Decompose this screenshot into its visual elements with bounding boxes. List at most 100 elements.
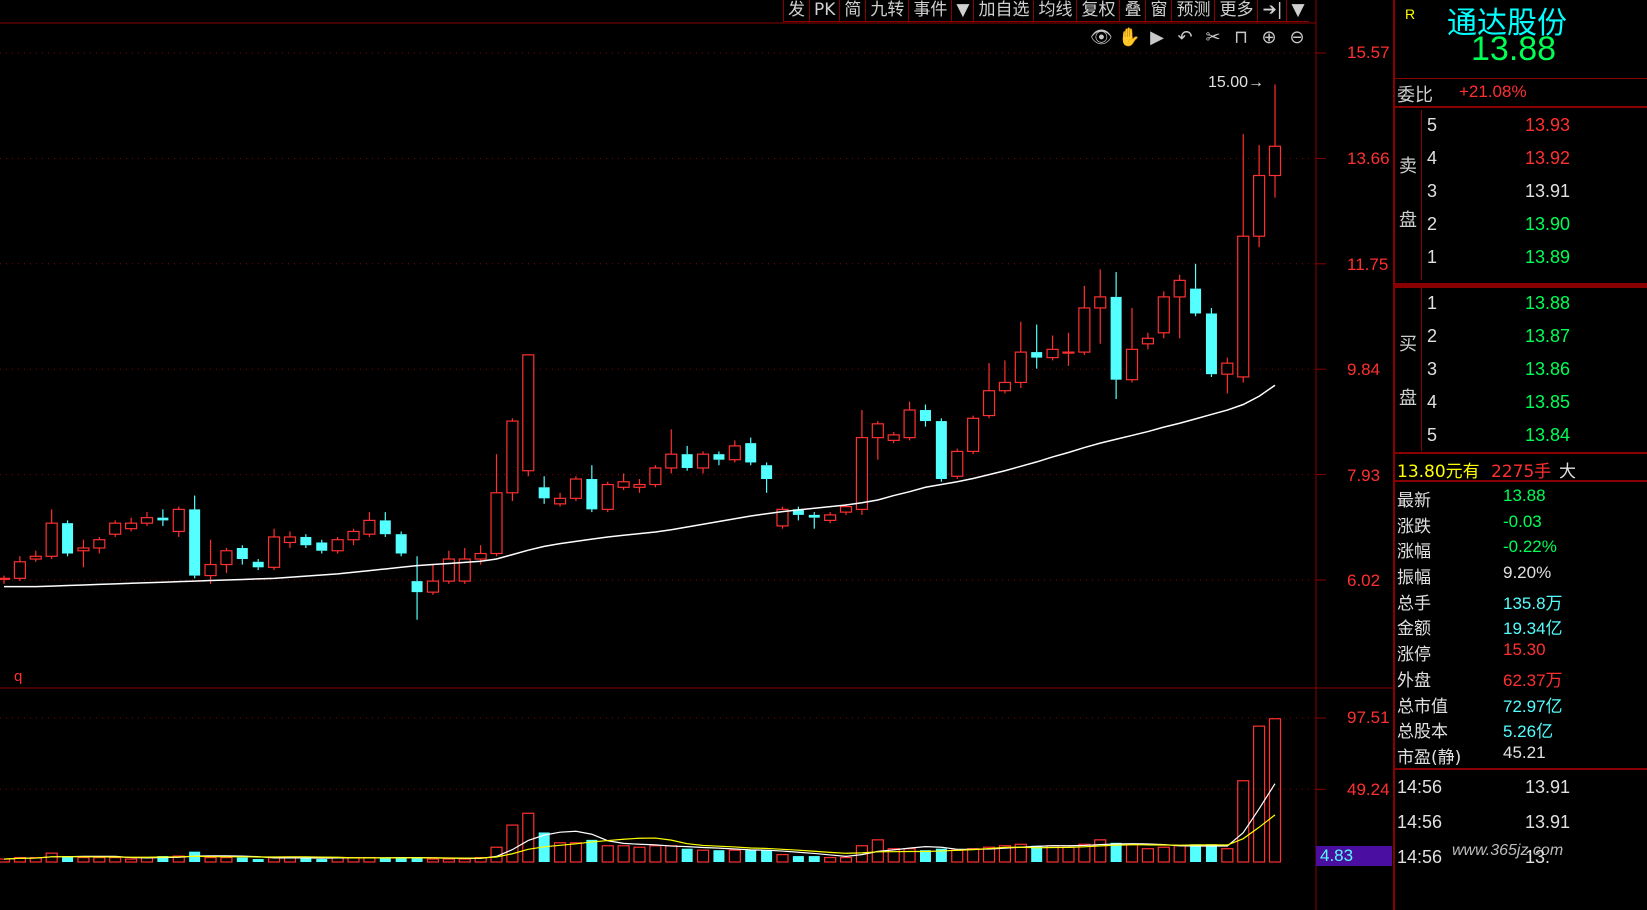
candle-body	[1062, 351, 1075, 354]
volume-bar	[109, 856, 122, 863]
volume-bar	[522, 812, 535, 863]
candle-body	[157, 517, 169, 521]
candle-body	[1014, 351, 1027, 384]
candle-body	[871, 423, 884, 439]
toolbar-item[interactable]: 均线	[1033, 0, 1077, 22]
undo-icon[interactable]: ↶	[1174, 27, 1196, 49]
scissors-icon[interactable]: ✂	[1202, 27, 1224, 49]
toolbar-item[interactable]: ▼	[1286, 0, 1309, 22]
toolbar-item[interactable]: 发	[783, 0, 809, 22]
stat-value: 5.26亿	[1503, 722, 1554, 742]
book-level: 1	[1427, 293, 1438, 313]
book-price: 13.88	[1525, 293, 1571, 313]
tick-time: 14:56	[1397, 812, 1443, 832]
toolbar-item[interactable]: 更多	[1214, 0, 1258, 22]
toolbar-item[interactable]: 事件	[908, 0, 952, 22]
candle-body	[855, 437, 869, 510]
volume-bar	[569, 842, 583, 863]
candle-body	[267, 536, 281, 568]
stat-row: 外盘 62.37万	[1395, 664, 1647, 691]
candle-body	[283, 536, 297, 544]
volume-bar	[617, 845, 630, 863]
volume-bar	[1062, 846, 1075, 863]
candle-body	[1237, 235, 1250, 378]
sell-book-row[interactable]: 3 13.91	[1427, 176, 1647, 209]
zoom-in-icon[interactable]: ⊕	[1258, 27, 1280, 49]
candle-body	[1190, 288, 1202, 314]
volume-bar	[1205, 844, 1217, 862]
stat-row: 金额 19.34亿	[1395, 612, 1647, 639]
toolbar-item[interactable]: 叠	[1119, 0, 1146, 22]
book-price: 13.93	[1525, 115, 1571, 135]
sell-book-row[interactable]: 5 13.93	[1427, 110, 1647, 143]
eye-icon[interactable]: 👁	[1090, 27, 1113, 49]
toolbar-item[interactable]: 加自选	[973, 0, 1034, 22]
volume-bar	[1253, 725, 1266, 863]
sell-book-row[interactable]: 4 13.92	[1427, 143, 1647, 176]
sell-order-book: 卖 盘 5 13.93 4 13.92 3 13.91 2 13.90 1 13.89	[1395, 110, 1647, 280]
watermark: www.365jz.com	[1452, 842, 1564, 859]
candle-body	[887, 434, 900, 441]
candlestick-chart[interactable]	[0, 0, 1393, 910]
candle-body	[1094, 296, 1107, 309]
candle-body	[316, 542, 328, 551]
toolbar-item[interactable]: ▼	[951, 0, 974, 22]
price-axis-label: 9.84	[1347, 360, 1381, 379]
sell-book-row[interactable]: 1 13.89	[1427, 242, 1647, 275]
toolbar-item[interactable]: 简	[839, 0, 866, 22]
candle-body	[1046, 348, 1059, 359]
play-icon[interactable]: ▶	[1146, 27, 1168, 49]
toolbar-item[interactable]: 复权	[1076, 0, 1120, 22]
stat-row: 涨停 15.30	[1395, 638, 1647, 665]
candle-body	[538, 487, 550, 499]
stat-value: 62.37万	[1503, 670, 1563, 690]
toolbar-item[interactable]: ➔|	[1257, 0, 1287, 22]
candle-body	[1221, 362, 1234, 375]
price-axis-label: 6.02	[1347, 571, 1381, 590]
buy-book-row[interactable]: 2 13.87	[1427, 321, 1647, 354]
volume-bar	[839, 856, 853, 863]
volume-bar	[506, 824, 519, 863]
candle-body	[1253, 174, 1266, 237]
candle-body	[379, 520, 391, 535]
buy-book-row[interactable]: 1 13.88	[1427, 288, 1647, 321]
volume-bar	[458, 858, 471, 863]
top-toolbar: 发 PK 简九转 事件 ▼ 加自选 均线 复权叠窗预测 更多 ➔| ▼	[783, 0, 1309, 22]
book-level: 3	[1427, 181, 1438, 201]
candle-body	[586, 479, 598, 510]
candle-body	[1205, 313, 1217, 375]
price-axis-label: 13.66	[1347, 149, 1390, 168]
candle-body	[252, 561, 264, 568]
candle-body	[745, 443, 757, 463]
zoom-out-icon[interactable]: ⊖	[1286, 27, 1308, 49]
lock-icon[interactable]: ⊓	[1230, 27, 1252, 49]
sell-side-label: 盘	[1399, 210, 1417, 231]
candle-body	[1141, 337, 1155, 345]
candle-body	[967, 417, 980, 453]
candle-body	[220, 550, 233, 566]
volume-bar	[1221, 848, 1234, 863]
volume-bar	[204, 856, 217, 863]
toolbar-item[interactable]: 窗	[1145, 0, 1172, 22]
volume-bar	[696, 849, 710, 863]
candle-body	[1157, 296, 1170, 334]
stat-value: 15.30	[1503, 640, 1546, 660]
toolbar-item[interactable]: 九转	[865, 0, 909, 22]
buy-book-row[interactable]: 5 13.84	[1427, 420, 1647, 453]
buy-book-row[interactable]: 3 13.86	[1427, 354, 1647, 387]
candle-body	[62, 523, 74, 554]
candle-body	[601, 483, 614, 510]
candle-body	[442, 558, 455, 582]
hand-icon[interactable]: ✋	[1118, 27, 1140, 49]
book-price: 13.84	[1525, 425, 1571, 445]
toolbar-item[interactable]: 预测	[1171, 0, 1215, 22]
candle-body	[490, 492, 503, 555]
buy-book-row[interactable]: 4 13.85	[1427, 387, 1647, 420]
large-order-row: 13.80元有 2275手 大	[1395, 452, 1647, 482]
toolbar-item[interactable]: PK	[809, 0, 840, 22]
period-label: q	[14, 668, 23, 685]
candle-body	[522, 354, 535, 472]
volume-axis-label: 97.51	[1347, 708, 1390, 727]
sell-book-row[interactable]: 2 13.90	[1427, 209, 1647, 242]
candle-body	[824, 514, 837, 522]
